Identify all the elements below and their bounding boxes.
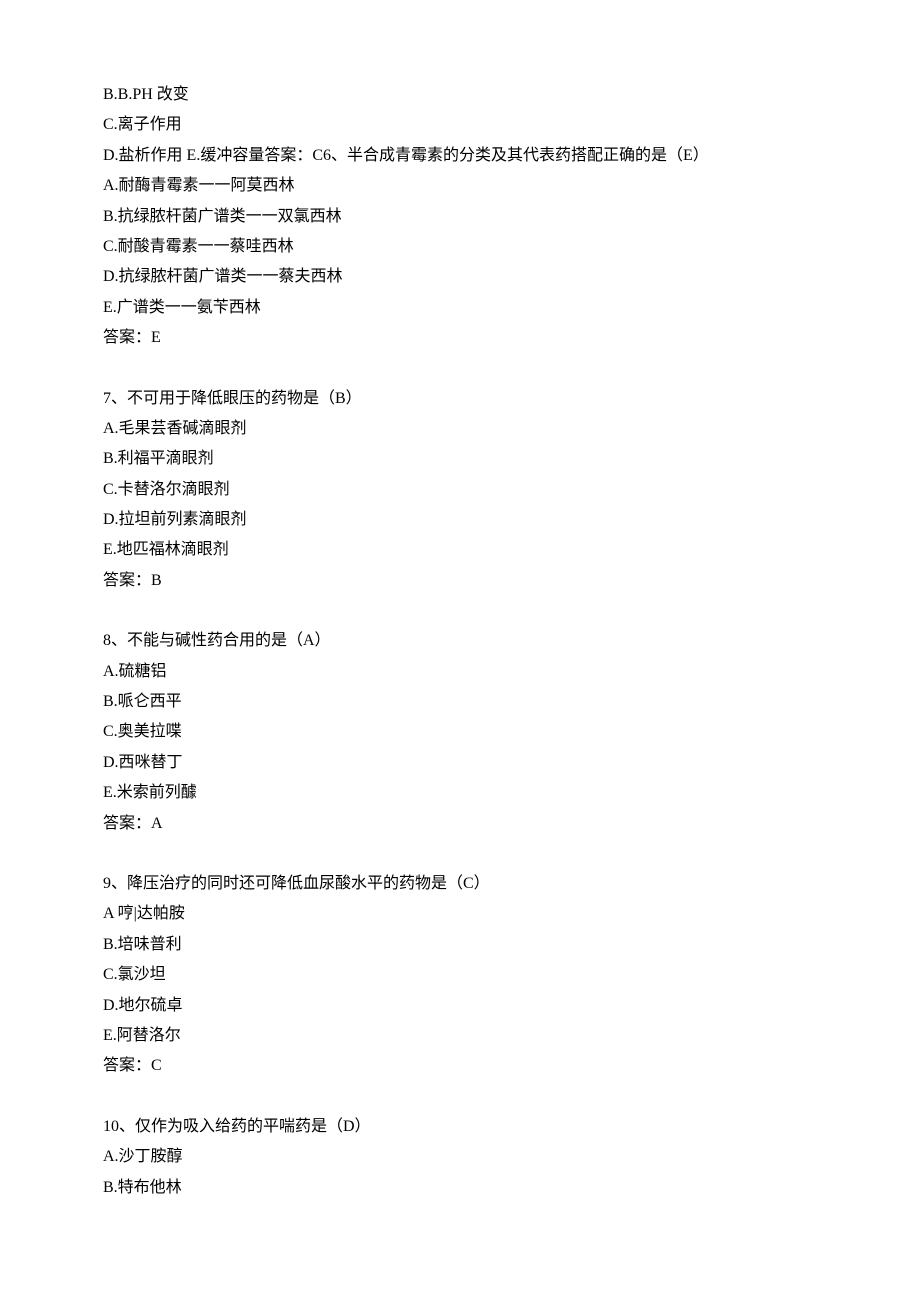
line: B.利福平滴眼剂 bbox=[103, 444, 817, 474]
line: 7、不可用于降低眼压的药物是（B） bbox=[103, 384, 817, 414]
line: C.卡替洛尔滴眼剂 bbox=[103, 475, 817, 505]
line: C.氯沙坦 bbox=[103, 960, 817, 990]
line: B.抗绿脓杆菌广谱类一一双氯西林 bbox=[103, 202, 817, 232]
line: A.耐酶青霉素一一阿莫西林 bbox=[103, 171, 817, 201]
line: E.广谱类一一氨苄西林 bbox=[103, 293, 817, 323]
line: C.耐酸青霉素一一蔡哇西林 bbox=[103, 232, 817, 262]
line: A.沙丁胺醇 bbox=[103, 1142, 817, 1172]
blank-line bbox=[103, 596, 817, 626]
line: 答案：E bbox=[103, 323, 817, 353]
line: C.离子作用 bbox=[103, 110, 817, 140]
line: B.特布他林 bbox=[103, 1173, 817, 1203]
line: D.拉坦前列素滴眼剂 bbox=[103, 505, 817, 535]
line: E.地匹福林滴眼剂 bbox=[103, 535, 817, 565]
line: 10、仅作为吸入给药的平喘药是（D） bbox=[103, 1112, 817, 1142]
line: D.抗绿脓杆菌广谱类一一蔡夫西林 bbox=[103, 262, 817, 292]
line: D.西咪替丁 bbox=[103, 748, 817, 778]
blank-line bbox=[103, 839, 817, 869]
document-page: B.B.PH 改变 C.离子作用 D.盐析作用 E.缓冲容量答案：C6、半合成青… bbox=[0, 0, 920, 1263]
line: B.培味普利 bbox=[103, 930, 817, 960]
line: A 哼|达帕胺 bbox=[103, 899, 817, 929]
line: E.米索前列醵 bbox=[103, 778, 817, 808]
line: B.B.PH 改变 bbox=[103, 80, 817, 110]
line: 答案：C bbox=[103, 1051, 817, 1081]
blank-line bbox=[103, 1082, 817, 1112]
line: C.奥美拉喋 bbox=[103, 717, 817, 747]
line: D.盐析作用 E.缓冲容量答案：C6、半合成青霉素的分类及其代表药搭配正确的是（… bbox=[103, 141, 817, 171]
line: 8、不能与碱性药合用的是（A） bbox=[103, 626, 817, 656]
line: B.哌仑西平 bbox=[103, 687, 817, 717]
line: A.毛果芸香碱滴眼剂 bbox=[103, 414, 817, 444]
line: E.阿替洛尔 bbox=[103, 1021, 817, 1051]
line: 9、降压治疗的同时还可降低血尿酸水平的药物是（C） bbox=[103, 869, 817, 899]
line: D.地尔硫卓 bbox=[103, 991, 817, 1021]
line: A.硫糖铝 bbox=[103, 657, 817, 687]
line: 答案：B bbox=[103, 566, 817, 596]
blank-line bbox=[103, 354, 817, 384]
line: 答案：A bbox=[103, 809, 817, 839]
